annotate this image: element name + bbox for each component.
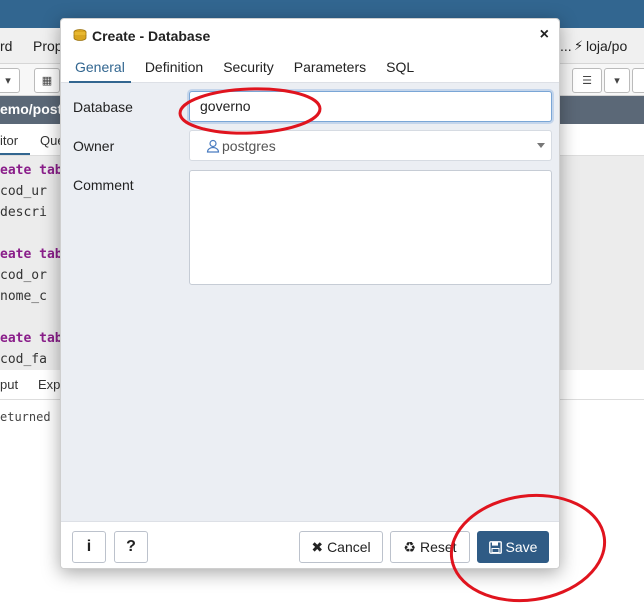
cancel-button[interactable]: ✖ Cancel	[299, 531, 383, 563]
lightning-icon: ⚡	[574, 38, 584, 53]
menu-item-more[interactable]: ...	[560, 38, 572, 54]
chevron-down-icon: ▾	[614, 75, 620, 87]
owner-value: postgres	[222, 137, 276, 154]
owner-label: Owner	[73, 138, 115, 154]
code-line: nome_c	[0, 289, 47, 304]
recycle-icon: ♻	[403, 538, 416, 555]
save-button-label: Save	[505, 539, 538, 555]
menu-item-connection[interactable]: ⚡ loja/po	[574, 38, 627, 54]
code-line: descri	[0, 205, 47, 220]
tab-parameters[interactable]: Parameters	[284, 53, 376, 82]
tab-query-editor[interactable]: itor	[0, 133, 18, 148]
create-database-dialog: Create - Database × General Definition S…	[60, 18, 560, 569]
menu-item-dashboard[interactable]: rd	[0, 38, 12, 54]
info-icon: i	[86, 538, 92, 555]
comment-textarea[interactable]	[189, 170, 552, 285]
tab-security[interactable]: Security	[213, 53, 284, 82]
toolbar-dropdown-button[interactable]: ▾	[0, 68, 20, 93]
toolbar-view-dropdown[interactable]: ▾	[604, 68, 630, 93]
user-icon	[206, 139, 220, 153]
table-icon: ▦	[41, 75, 53, 87]
query-path-title: emo/post	[0, 101, 63, 117]
help-button[interactable]: ?	[114, 531, 148, 563]
dialog-title: Create - Database	[92, 28, 211, 44]
code-line: cod_ur	[0, 184, 47, 199]
code-line: cod_fa	[0, 352, 47, 367]
tab-data-output[interactable]: put	[0, 377, 18, 392]
info-button[interactable]: i	[72, 531, 106, 563]
help-icon: ?	[126, 538, 136, 555]
reset-button[interactable]: ♻ Reset	[390, 531, 470, 563]
code-line: eate tab	[0, 163, 63, 178]
toolbar-view-button[interactable]: ☰	[572, 68, 602, 93]
toolbar-open-button[interactable]: ▦	[34, 68, 60, 93]
list-icon: ☰	[582, 75, 592, 87]
code-line: eate tab	[0, 331, 63, 346]
chevron-down-icon: ▾	[5, 75, 11, 87]
tab-sql[interactable]: SQL	[376, 53, 424, 82]
dialog-header[interactable]: Create - Database ×	[61, 19, 559, 53]
save-button[interactable]: Save	[477, 531, 549, 563]
database-name-input[interactable]: governo	[189, 91, 552, 122]
close-icon: ✖	[311, 538, 324, 555]
save-icon	[488, 540, 502, 554]
toolbar-extra-button[interactable]	[632, 68, 644, 93]
dialog-footer: i ? ✖ Cancel ♻ Reset Save	[61, 521, 559, 568]
chevron-down-icon[interactable]	[537, 143, 545, 148]
database-label: Database	[73, 99, 133, 115]
close-icon[interactable]: ×	[540, 26, 549, 44]
output-message: eturned	[0, 410, 51, 424]
dialog-body: Database governo Owner postgres Comment	[61, 83, 559, 521]
menu-item-properties[interactable]: Prop	[33, 38, 63, 54]
owner-select[interactable]: postgres	[189, 130, 552, 161]
dialog-tabs: General Definition Security Parameters S…	[61, 53, 559, 83]
code-line: eate tab	[0, 247, 63, 262]
tab-definition[interactable]: Definition	[135, 53, 213, 82]
tab-active-indicator	[0, 153, 30, 155]
database-icon	[73, 29, 87, 41]
tab-explain[interactable]: Exp	[38, 377, 60, 392]
reset-button-label: Reset	[419, 539, 457, 555]
comment-label: Comment	[73, 177, 134, 193]
code-line: cod_or	[0, 268, 47, 283]
tab-general[interactable]: General	[65, 53, 135, 83]
cancel-button-label: Cancel	[327, 539, 371, 555]
